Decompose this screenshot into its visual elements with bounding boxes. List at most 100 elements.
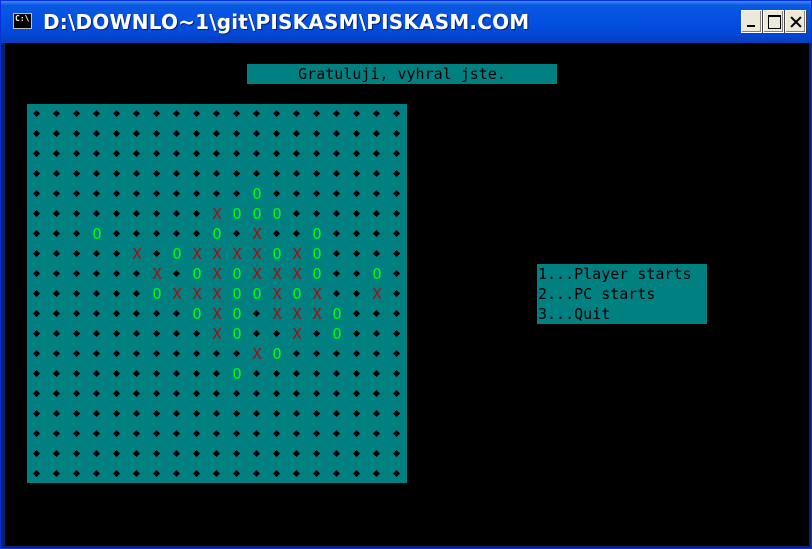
board-cell-empty[interactable] bbox=[267, 224, 287, 244]
board-cell-x[interactable]: X bbox=[207, 264, 227, 284]
board-cell-empty[interactable] bbox=[167, 144, 187, 164]
close-button[interactable] bbox=[785, 10, 806, 33]
board-cell-empty[interactable] bbox=[147, 144, 167, 164]
board-cell-empty[interactable] bbox=[307, 404, 327, 424]
board-cell-empty[interactable] bbox=[67, 344, 87, 364]
board-cell-empty[interactable] bbox=[27, 364, 47, 384]
board-cell-empty[interactable] bbox=[267, 164, 287, 184]
board-cell-empty[interactable] bbox=[367, 244, 387, 264]
board-cell-empty[interactable] bbox=[47, 184, 67, 204]
board-cell-empty[interactable] bbox=[287, 424, 307, 444]
board-cell-empty[interactable] bbox=[287, 444, 307, 464]
board-cell-x[interactable]: X bbox=[247, 224, 267, 244]
board-cell-empty[interactable] bbox=[307, 344, 327, 364]
board-cell-empty[interactable] bbox=[327, 224, 347, 244]
board-cell-empty[interactable] bbox=[127, 364, 147, 384]
board-cell-empty[interactable] bbox=[107, 144, 127, 164]
board-cell-empty[interactable] bbox=[107, 324, 127, 344]
board-cell-empty[interactable] bbox=[47, 404, 67, 424]
board-cell-empty[interactable] bbox=[387, 364, 407, 384]
board-cell-empty[interactable] bbox=[167, 364, 187, 384]
board-cell-empty[interactable] bbox=[347, 164, 367, 184]
board-cell-empty[interactable] bbox=[147, 204, 167, 224]
board-cell-empty[interactable] bbox=[307, 144, 327, 164]
board-cell-o[interactable]: O bbox=[187, 304, 207, 324]
title-bar[interactable]: D:\DOWNLO~1\git\PISKASM\PISKASM.COM bbox=[1, 1, 811, 43]
board-cell-empty[interactable] bbox=[147, 124, 167, 144]
board-cell-empty[interactable] bbox=[47, 284, 67, 304]
board-cell-empty[interactable] bbox=[27, 424, 47, 444]
board-cell-empty[interactable] bbox=[387, 104, 407, 124]
board-cell-empty[interactable] bbox=[127, 444, 147, 464]
board-cell-empty[interactable] bbox=[327, 344, 347, 364]
board-cell-empty[interactable] bbox=[307, 204, 327, 224]
board-cell-empty[interactable] bbox=[327, 144, 347, 164]
board-cell-o[interactable]: O bbox=[227, 324, 247, 344]
board-cell-empty[interactable] bbox=[167, 104, 187, 124]
board-cell-empty[interactable] bbox=[387, 264, 407, 284]
board-cell-empty[interactable] bbox=[107, 164, 127, 184]
board-cell-empty[interactable] bbox=[227, 344, 247, 364]
board-cell-x[interactable]: X bbox=[127, 244, 147, 264]
board-cell-empty[interactable] bbox=[167, 344, 187, 364]
board-cell-empty[interactable] bbox=[347, 284, 367, 304]
board-cell-empty[interactable] bbox=[67, 384, 87, 404]
board-cell-empty[interactable] bbox=[367, 184, 387, 204]
board-cell-empty[interactable] bbox=[367, 104, 387, 124]
board-cell-empty[interactable] bbox=[67, 164, 87, 184]
board-cell-empty[interactable] bbox=[227, 464, 247, 484]
board-cell-empty[interactable] bbox=[147, 384, 167, 404]
board-cell-empty[interactable] bbox=[67, 124, 87, 144]
board-cell-empty[interactable] bbox=[187, 224, 207, 244]
board-cell-o[interactable]: O bbox=[247, 204, 267, 224]
maximize-button[interactable] bbox=[763, 10, 784, 33]
board-cell-empty[interactable] bbox=[107, 304, 127, 324]
board-cell-x[interactable]: X bbox=[267, 284, 287, 304]
board-cell-x[interactable]: X bbox=[207, 244, 227, 264]
board-cell-empty[interactable] bbox=[267, 364, 287, 384]
board-cell-empty[interactable] bbox=[147, 364, 167, 384]
menu-item-quit[interactable]: 3...Quit bbox=[537, 304, 707, 324]
board-cell-empty[interactable] bbox=[367, 364, 387, 384]
board-cell-empty[interactable] bbox=[67, 424, 87, 444]
board-cell-x[interactable]: X bbox=[287, 304, 307, 324]
board-cell-empty[interactable] bbox=[267, 104, 287, 124]
board-cell-empty[interactable] bbox=[287, 124, 307, 144]
board-cell-empty[interactable] bbox=[127, 144, 147, 164]
board-cell-empty[interactable] bbox=[287, 164, 307, 184]
board-cell-o[interactable]: O bbox=[167, 244, 187, 264]
board-cell-empty[interactable] bbox=[147, 104, 167, 124]
board-cell-o[interactable]: O bbox=[267, 344, 287, 364]
board-cell-empty[interactable] bbox=[227, 104, 247, 124]
board-cell-empty[interactable] bbox=[187, 364, 207, 384]
board-cell-x[interactable]: X bbox=[227, 244, 247, 264]
board-cell-empty[interactable] bbox=[187, 444, 207, 464]
board-cell-empty[interactable] bbox=[327, 104, 347, 124]
board-cell-empty[interactable] bbox=[187, 124, 207, 144]
menu-item-player-starts[interactable]: 1...Player starts bbox=[537, 264, 707, 284]
board-cell-empty[interactable] bbox=[27, 104, 47, 124]
board-cell-empty[interactable] bbox=[107, 284, 127, 304]
board-cell-empty[interactable] bbox=[387, 184, 407, 204]
board-cell-empty[interactable] bbox=[327, 164, 347, 184]
board-cell-empty[interactable] bbox=[47, 144, 67, 164]
board-cell-empty[interactable] bbox=[67, 264, 87, 284]
board-cell-empty[interactable] bbox=[247, 464, 267, 484]
board-cell-empty[interactable] bbox=[167, 424, 187, 444]
board-cell-empty[interactable] bbox=[127, 384, 147, 404]
board-cell-empty[interactable] bbox=[127, 204, 147, 224]
board-cell-empty[interactable] bbox=[367, 404, 387, 424]
board-cell-empty[interactable] bbox=[347, 424, 367, 444]
board-cell-empty[interactable] bbox=[167, 264, 187, 284]
board-cell-empty[interactable] bbox=[347, 204, 367, 224]
board-cell-empty[interactable] bbox=[87, 164, 107, 184]
board-cell-empty[interactable] bbox=[47, 204, 67, 224]
board-cell-o[interactable]: O bbox=[227, 304, 247, 324]
board-cell-empty[interactable] bbox=[147, 224, 167, 244]
board-cell-empty[interactable] bbox=[87, 304, 107, 324]
board-cell-empty[interactable] bbox=[107, 344, 127, 364]
board-cell-empty[interactable] bbox=[387, 124, 407, 144]
board-cell-empty[interactable] bbox=[147, 404, 167, 424]
board-cell-empty[interactable] bbox=[47, 164, 67, 184]
board-cell-empty[interactable] bbox=[107, 244, 127, 264]
